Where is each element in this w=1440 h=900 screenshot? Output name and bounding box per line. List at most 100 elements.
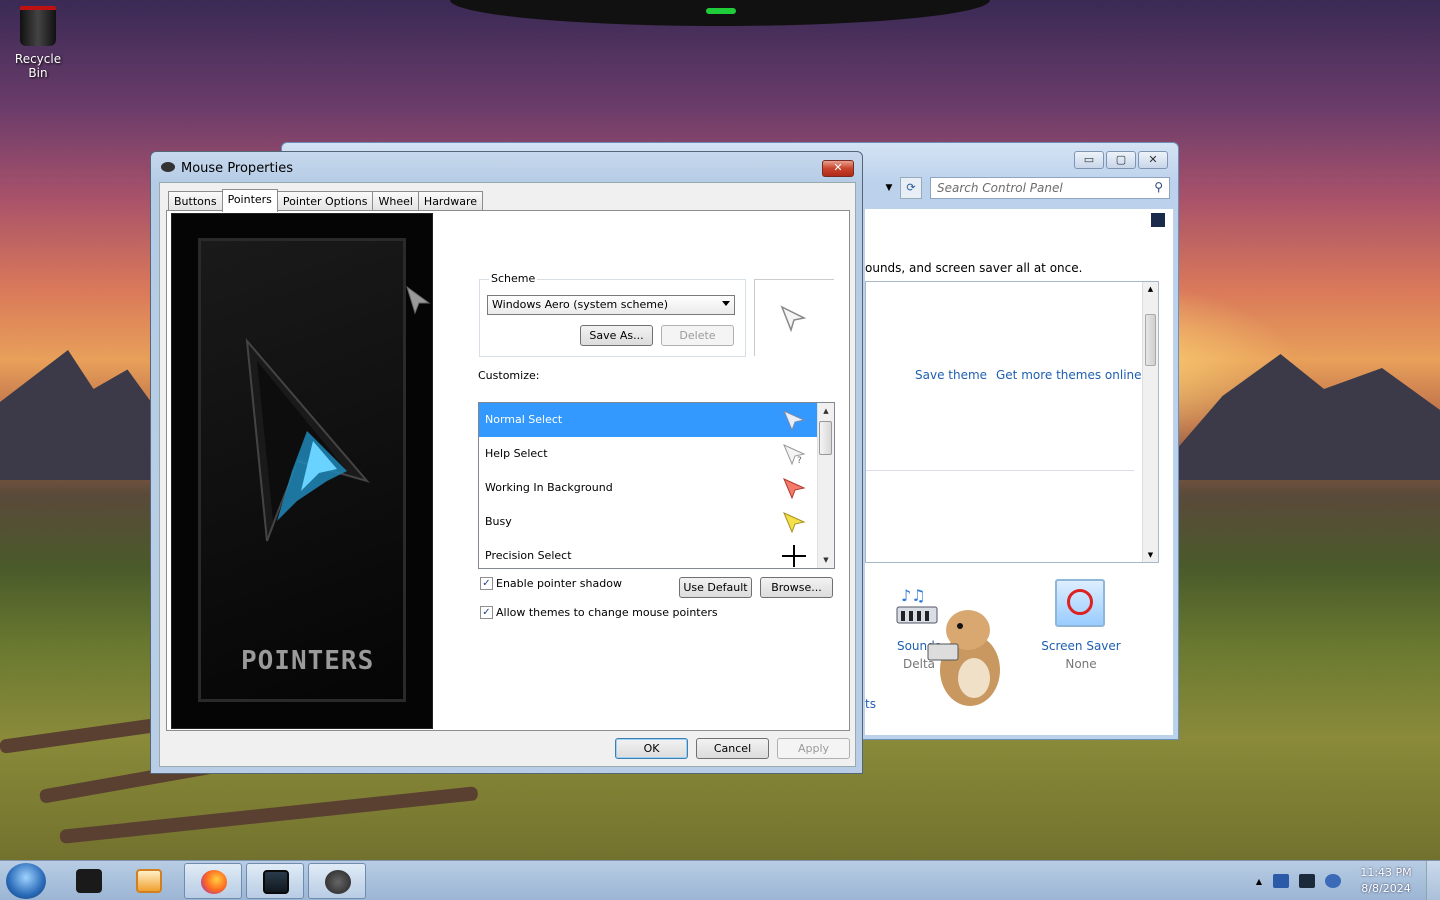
list-item[interactable]: Busy (479, 505, 834, 539)
allow-themes-label: Allow themes to change mouse pointers (496, 606, 718, 619)
tray-expand-icon[interactable]: ▲ (1256, 877, 1262, 886)
cursor-label: Working In Background (485, 481, 613, 494)
working-cursor-icon (783, 478, 806, 499)
enable-shadow-label: Enable pointer shadow (496, 577, 622, 590)
taskbar-display[interactable] (246, 863, 304, 899)
taskbar-mouse-properties[interactable] (308, 863, 366, 899)
search-icon[interactable]: ⚲ (1154, 180, 1163, 194)
scheme-select[interactable]: Windows Aero (system scheme) (487, 295, 735, 315)
use-default-button[interactable]: Use Default (679, 577, 752, 598)
svg-text:?: ? (797, 456, 802, 465)
scroll-down-icon[interactable]: ▼ (818, 552, 834, 568)
dialog-body: Buttons Pointers Pointer Options Wheel H… (159, 182, 856, 767)
preview-arrow-icon (780, 305, 807, 332)
cursor-label: Help Select (485, 447, 548, 460)
network-icon[interactable] (1299, 874, 1315, 888)
clock[interactable]: 11:43 PM 8/8/2024 (1346, 865, 1426, 897)
theme-list-scrollbar[interactable]: ▲ ▼ (1142, 282, 1158, 562)
allow-themes-checkbox[interactable]: ✓ (480, 606, 493, 619)
minimize-icon[interactable]: ▭ (1074, 151, 1104, 169)
theme-list[interactable]: Save theme Get more themes online ▲ ▼ (865, 281, 1159, 563)
chevron-down-icon (722, 301, 730, 306)
dialog-title: Mouse Properties (181, 161, 294, 176)
tab-buttons[interactable]: Buttons (168, 191, 223, 211)
maximize-icon[interactable]: ▢ (1106, 151, 1136, 169)
taskbar-firefox[interactable] (184, 863, 242, 899)
pointer-preview (754, 279, 834, 356)
list-item[interactable]: Normal Select (479, 403, 834, 437)
scroll-up-icon[interactable]: ▲ (818, 403, 834, 419)
help-icon[interactable] (1151, 213, 1165, 227)
screen-saver-title: Screen Saver (1041, 639, 1121, 653)
list-item[interactable]: Working In Background (479, 471, 834, 505)
scroll-up-icon[interactable]: ▲ (1143, 282, 1158, 296)
arrow-pointer-icon (406, 285, 431, 315)
cursor-label: Busy (485, 515, 512, 528)
partial-link[interactable]: ts (865, 697, 876, 711)
taskbar-media-player[interactable] (120, 863, 178, 899)
scheme-value: Windows Aero (system scheme) (492, 298, 669, 311)
terminal-icon (76, 869, 102, 893)
cursor-list[interactable]: Normal Select Help Select ? Working In B… (478, 402, 835, 569)
recycle-bin-icon (20, 6, 56, 46)
browse-button[interactable]: Browse... (760, 577, 833, 598)
start-button[interactable] (6, 863, 46, 899)
customize-label: Customize: (478, 369, 540, 382)
cancel-button[interactable]: Cancel (696, 738, 769, 759)
list-item[interactable]: Precision Select (479, 539, 834, 568)
refresh-icon[interactable]: ⟳ (900, 177, 922, 199)
personalize-description: ounds, and screen saver all at once. (865, 261, 1083, 275)
close-button[interactable]: ✕ (822, 160, 854, 177)
mouse-icon (161, 162, 175, 172)
enable-shadow-checkbox[interactable]: ✓ (480, 577, 493, 590)
address-dropdown-icon[interactable]: ▼ (880, 177, 898, 199)
cursor-label: Precision Select (485, 549, 572, 562)
delete-button[interactable]: Delete (661, 325, 734, 346)
close-icon[interactable]: ✕ (1138, 151, 1168, 169)
taskbar: ▲ 11:43 PM 8/8/2024 (0, 860, 1440, 900)
firefox-icon (201, 870, 227, 894)
tab-pointers[interactable]: Pointers (221, 189, 278, 212)
pointers-logo-text: POINTERS (241, 646, 375, 676)
list-item[interactable]: Help Select ? (479, 437, 834, 471)
mouse-icon (325, 870, 351, 894)
display-settings-icon (263, 870, 289, 894)
scroll-thumb[interactable] (819, 421, 832, 455)
taskbar-terminal[interactable] (60, 863, 118, 899)
tab-strip: Buttons Pointers Pointer Options Wheel H… (168, 189, 484, 212)
scheme-label: Scheme (489, 272, 538, 285)
artwork-frame: POINTERS (198, 238, 406, 702)
apply-button[interactable]: Apply (777, 738, 850, 759)
wallpaper-mountain-left (0, 350, 170, 480)
save-theme-link[interactable]: Save theme (915, 368, 987, 382)
screen-saver-value: None (1065, 657, 1097, 671)
pointers-panel: POINTERS Scheme Windows Aero (system sch… (166, 210, 850, 731)
screen-saver-setting[interactable]: Screen Saver None (1035, 639, 1127, 671)
mouse-properties-dialog[interactable]: Mouse Properties ✕ Buttons Pointers Poin… (150, 151, 863, 774)
pointers-artwork: POINTERS (171, 213, 433, 729)
clock-date: 8/8/2024 (1361, 882, 1411, 895)
show-desktop-button[interactable] (1426, 861, 1440, 900)
get-more-themes-link[interactable]: Get more themes online (996, 368, 1142, 382)
screen-saver-icon[interactable] (1055, 579, 1105, 627)
search-input[interactable]: Search Control Panel ⚲ (930, 177, 1170, 199)
cursor-list-scrollbar[interactable]: ▲ ▼ (817, 403, 834, 568)
save-as-button[interactable]: Save As... (580, 325, 653, 346)
ok-button[interactable]: OK (615, 738, 688, 759)
arrow-cursor-icon (783, 410, 806, 431)
cursor-label: Normal Select (485, 413, 563, 426)
recycle-bin-shortcut[interactable]: Recycle Bin (6, 6, 70, 80)
search-placeholder: Search Control Panel (937, 181, 1063, 195)
recycle-bin-label: Recycle Bin (14, 52, 62, 80)
window-controls: ▭ ▢ ✕ (1074, 151, 1168, 169)
volume-icon[interactable] (1325, 874, 1341, 888)
tab-hardware[interactable]: Hardware (417, 191, 484, 211)
scroll-thumb[interactable] (1145, 314, 1156, 366)
security-icon[interactable] (1273, 874, 1289, 888)
tab-wheel[interactable]: Wheel (372, 191, 419, 211)
scroll-down-icon[interactable]: ▼ (1143, 548, 1158, 562)
clock-time: 11:43 PM (1360, 866, 1412, 879)
system-tray: ▲ 11:43 PM 8/8/2024 (1256, 861, 1440, 900)
divider (866, 470, 1134, 471)
tab-pointer-options[interactable]: Pointer Options (276, 191, 374, 211)
